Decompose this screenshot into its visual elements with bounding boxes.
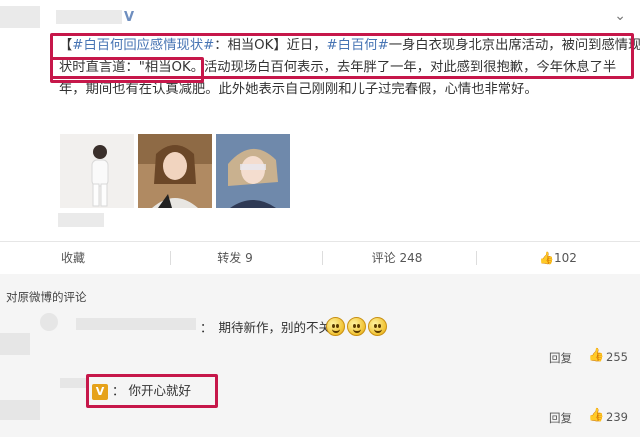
smile-emoji-icon [368, 317, 387, 336]
repost-button[interactable]: 转发 9 [195, 242, 275, 274]
avatar[interactable] [0, 6, 40, 28]
thumb-up-icon[interactable]: 👍 [588, 348, 604, 363]
comment-like-count: 239 [606, 410, 628, 424]
highlight-box-reply [86, 374, 218, 408]
divider [322, 251, 323, 265]
comments-title: 对原微博的评论 [6, 290, 87, 304]
like-button[interactable]: 👍102 [528, 242, 588, 274]
reply-button[interactable]: 回复 [549, 350, 572, 366]
comment-button[interactable]: 评论 248 [352, 242, 442, 274]
thumb-up-icon: 👍 [539, 251, 555, 265]
post-source-text [58, 213, 104, 227]
comments-section [0, 274, 640, 437]
divider [476, 251, 477, 265]
reply-button[interactable]: 回复 [549, 410, 572, 426]
blurred-region [0, 333, 30, 355]
action-bar: 收藏 转发 9 评论 248 👍102 [0, 241, 640, 275]
username[interactable] [56, 10, 122, 24]
thumb-up-icon[interactable]: 👍 [588, 408, 604, 423]
photo-thumbnail-3[interactable] [216, 134, 290, 208]
comment-username[interactable] [60, 378, 86, 388]
comment-like-count: 255 [606, 350, 628, 364]
highlight-box-quote [50, 57, 204, 83]
photo-thumbnail-1[interactable] [60, 134, 134, 208]
avatar[interactable] [40, 313, 58, 331]
divider [170, 251, 171, 265]
verified-icon: V [124, 10, 135, 25]
favorite-button[interactable]: 收藏 [38, 242, 108, 274]
smile-emoji-icon [326, 317, 345, 336]
comment-text: ：期待新作，别的不关心 [200, 320, 344, 335]
comment-username[interactable] [76, 318, 196, 330]
photo-thumbnail-2[interactable] [138, 134, 212, 208]
weibo-post: V ⌄ 【#白百何回应感情现状#：相当OK】近日，#白百何#一身白衣现身北京出席… [0, 0, 640, 240]
smile-emoji-icon [347, 317, 366, 336]
chevron-down-icon[interactable]: ⌄ [614, 8, 626, 24]
like-count: 102 [554, 251, 577, 265]
blurred-region [0, 400, 40, 420]
